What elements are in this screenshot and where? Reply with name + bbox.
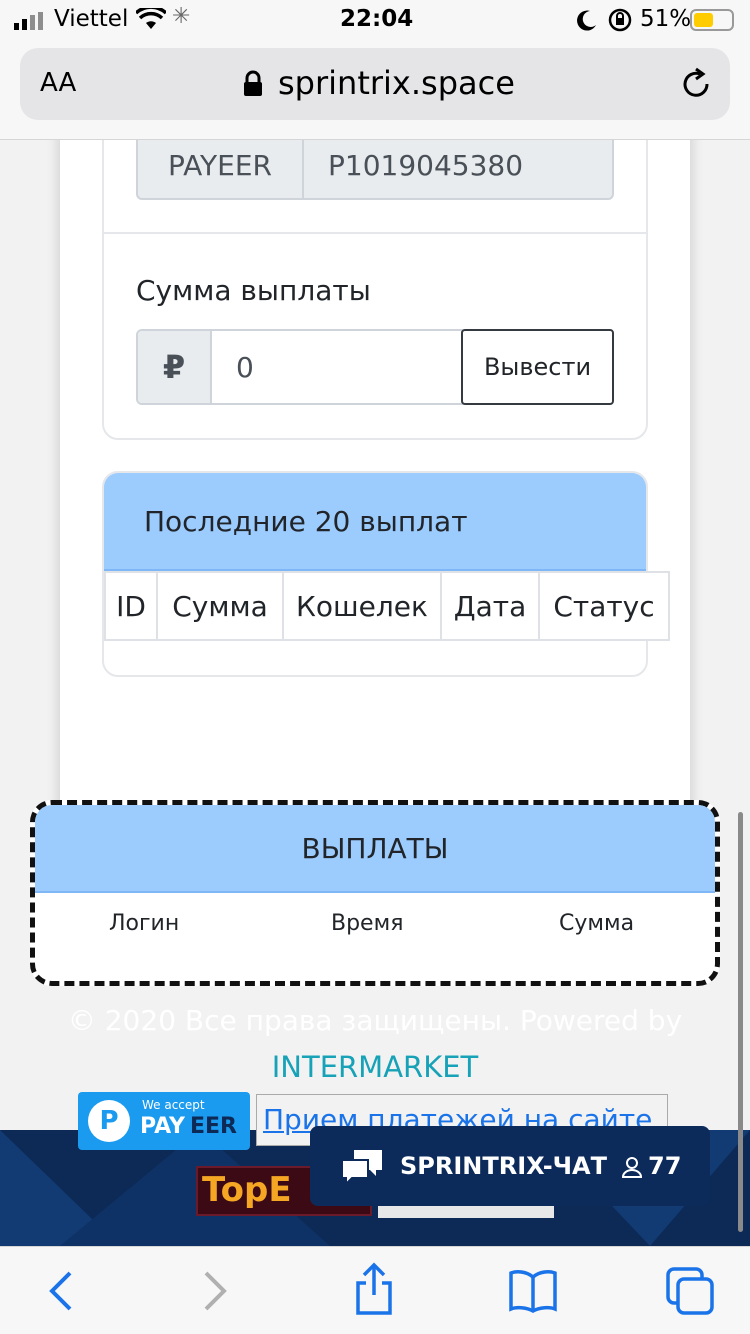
cellular-signal-icon	[14, 12, 43, 30]
page-content: PAYEER P1019045380 Сумма выплаты ₽ 0 Выв…	[0, 140, 750, 1246]
payeer-badge-brand-b: EER	[190, 1114, 237, 1139]
clock: 22:04	[340, 6, 414, 32]
carrier-name: Viettel	[54, 6, 129, 32]
tabs-icon[interactable]	[664, 1265, 716, 1317]
payouts-column-time: Время	[331, 911, 404, 936]
text-size-button[interactable]: AA	[40, 68, 76, 98]
battery-icon	[690, 9, 734, 31]
payouts-header: ВЫПЛАТЫ	[35, 805, 715, 893]
chat-title: SPRINTRIX-ЧАТ	[400, 1152, 607, 1180]
reload-icon[interactable]	[678, 66, 714, 102]
chat-widget[interactable]: SPRINTRIX-ЧАТ 77	[310, 1126, 710, 1206]
orientation-lock-icon	[608, 8, 632, 32]
wallet-account-field: P1019045380	[328, 148, 524, 182]
withdraw-amount-label: Сумма выплаты	[136, 274, 371, 307]
chat-online-count: 77	[648, 1152, 682, 1180]
column-header-wallet: Кошелек	[282, 571, 442, 641]
recent-payouts-title: Последние 20 выплат	[144, 505, 468, 538]
withdraw-button[interactable]: Вывести	[461, 329, 614, 405]
scrollbar[interactable]	[738, 812, 743, 1232]
payeer-badge-brand-a: PAY	[140, 1114, 185, 1139]
column-header-id: ID	[104, 571, 158, 641]
amount-input[interactable]: 0	[212, 331, 461, 403]
url-text[interactable]: sprintrix.space	[278, 64, 515, 102]
forward-icon[interactable]	[200, 1269, 232, 1313]
lock-icon	[244, 70, 262, 96]
intermarket-link[interactable]: INTERMARKET	[0, 1050, 750, 1084]
browser-bottom-toolbar	[0, 1246, 750, 1334]
column-header-amount: Сумма	[156, 571, 284, 641]
bookmarks-icon[interactable]	[508, 1269, 558, 1313]
payeer-logo-icon: P	[88, 1100, 130, 1142]
address-bar[interactable]: AA sprintrix.space	[20, 48, 730, 120]
copyright-text: © 2020 Все права защищены. Powered by	[67, 1004, 683, 1037]
chat-bubbles-icon	[341, 1150, 382, 1186]
column-header-date: Дата	[440, 571, 540, 641]
payouts-column-login: Логин	[109, 911, 180, 936]
battery-percent: 51%	[640, 6, 692, 32]
payeer-badge[interactable]: P We accept PAY EER	[78, 1092, 250, 1150]
wifi-icon	[136, 8, 166, 29]
status-bar: Viettel ✳ 22:04 51%	[0, 0, 750, 40]
loading-spinner-icon: ✳	[172, 4, 191, 29]
topbanner-text: TopE	[202, 1170, 292, 1210]
wallet-input-group: PAYEER P1019045380	[136, 140, 614, 200]
column-header-status: Статус	[538, 571, 670, 641]
moon-icon	[577, 10, 596, 31]
wallet-system-label: PAYEER	[138, 140, 304, 198]
browser-toolbar: AA sprintrix.space	[0, 40, 750, 140]
recent-payouts-header: Последние 20 выплат	[104, 473, 646, 571]
payouts-panel: ВЫПЛАТЫ Логин Время Сумма	[30, 800, 720, 986]
payeer-badge-caption: We accept	[142, 1098, 205, 1112]
back-icon[interactable]	[44, 1269, 76, 1313]
share-icon[interactable]	[352, 1261, 396, 1317]
payouts-title: ВЫПЛАТЫ	[301, 831, 449, 865]
user-icon	[622, 1157, 642, 1178]
ruble-icon: ₽	[138, 331, 212, 403]
amount-input-group: ₽ 0	[136, 329, 463, 405]
payouts-column-amount: Сумма	[559, 911, 635, 936]
